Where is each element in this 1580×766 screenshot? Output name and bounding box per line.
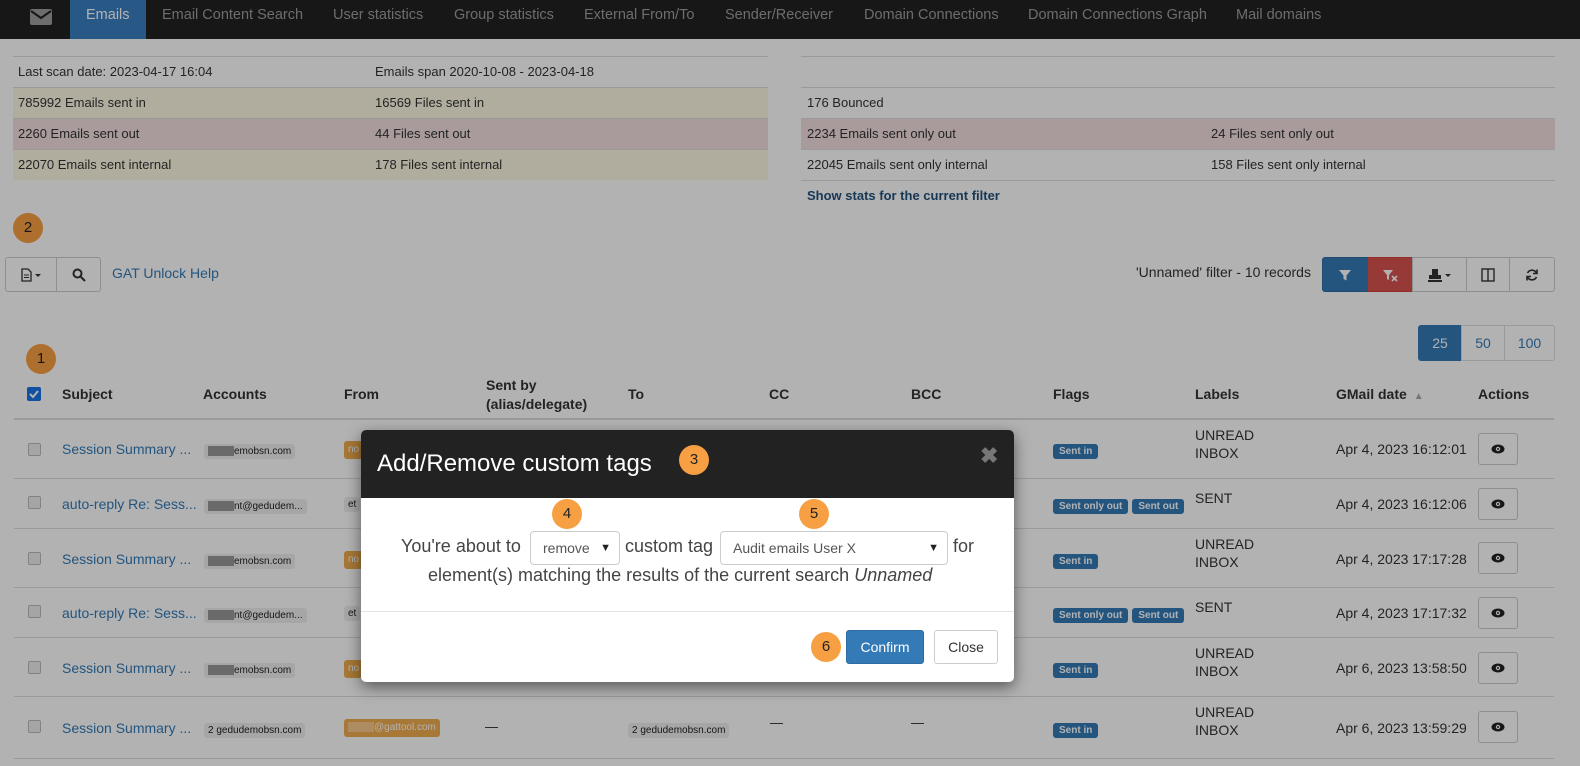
tag-select[interactable]: Audit emails User X ▼	[720, 531, 948, 565]
confirm-button[interactable]: Confirm	[846, 630, 924, 664]
search-name: Unnamed	[854, 565, 933, 585]
modal-title: Add/Remove custom tags	[377, 450, 652, 477]
modal-text-line2: element(s) matching the results of the c…	[428, 565, 932, 586]
marker-4: 4	[552, 499, 582, 529]
action-select-value: remove	[543, 540, 590, 556]
marker-3: 3	[679, 445, 709, 475]
marker-5: 5	[799, 499, 829, 529]
modal-text-prefix: You're about to	[401, 536, 521, 556]
modal-body: You're about to remove ▼ custom tag Audi…	[361, 498, 1014, 612]
marker-6: 6	[811, 632, 841, 662]
chevron-down-icon: ▼	[928, 542, 939, 554]
close-icon[interactable]: ✖	[980, 443, 998, 469]
close-button[interactable]: Close	[934, 630, 998, 664]
modal-text-line2-main: element(s) matching the results of the c…	[428, 565, 850, 585]
tag-select-value: Audit emails User X	[733, 540, 856, 556]
action-select[interactable]: remove ▼	[530, 531, 620, 565]
modal-text-suffix: for	[953, 536, 975, 556]
modal-text-middle: custom tag	[625, 536, 714, 556]
chevron-down-icon: ▼	[600, 542, 611, 554]
